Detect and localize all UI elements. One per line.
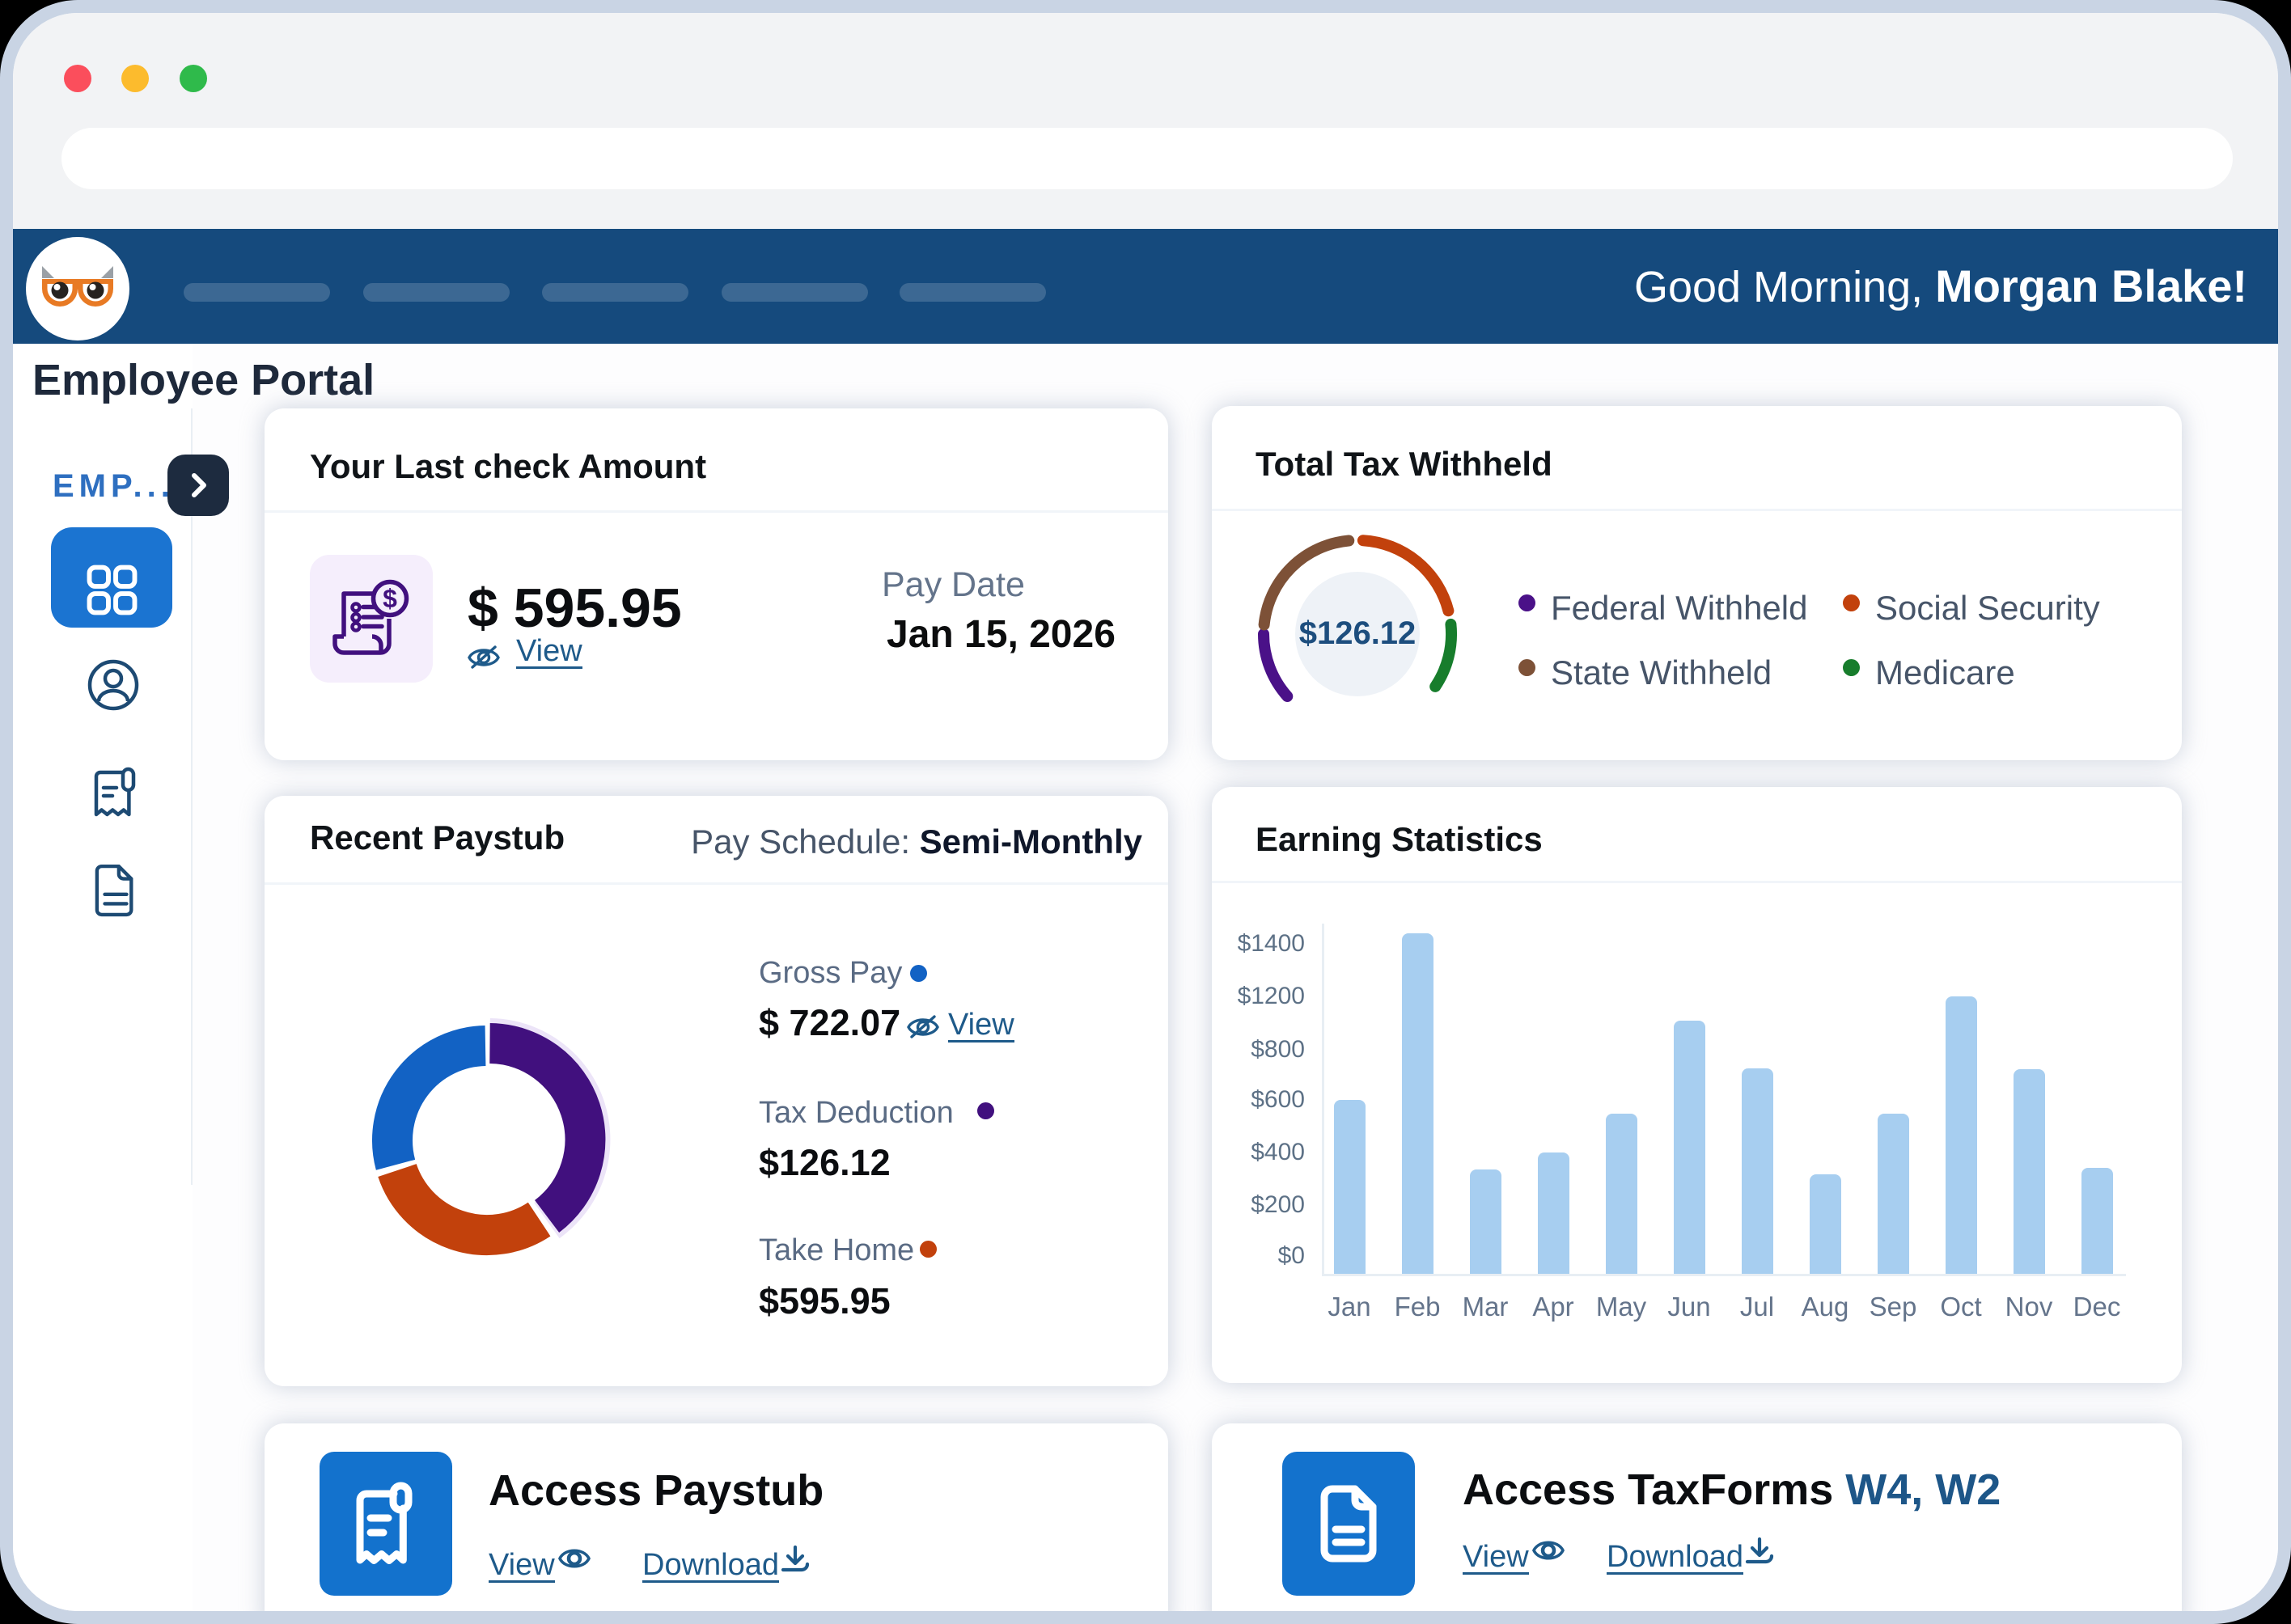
svg-text:$: $ [383, 584, 397, 613]
